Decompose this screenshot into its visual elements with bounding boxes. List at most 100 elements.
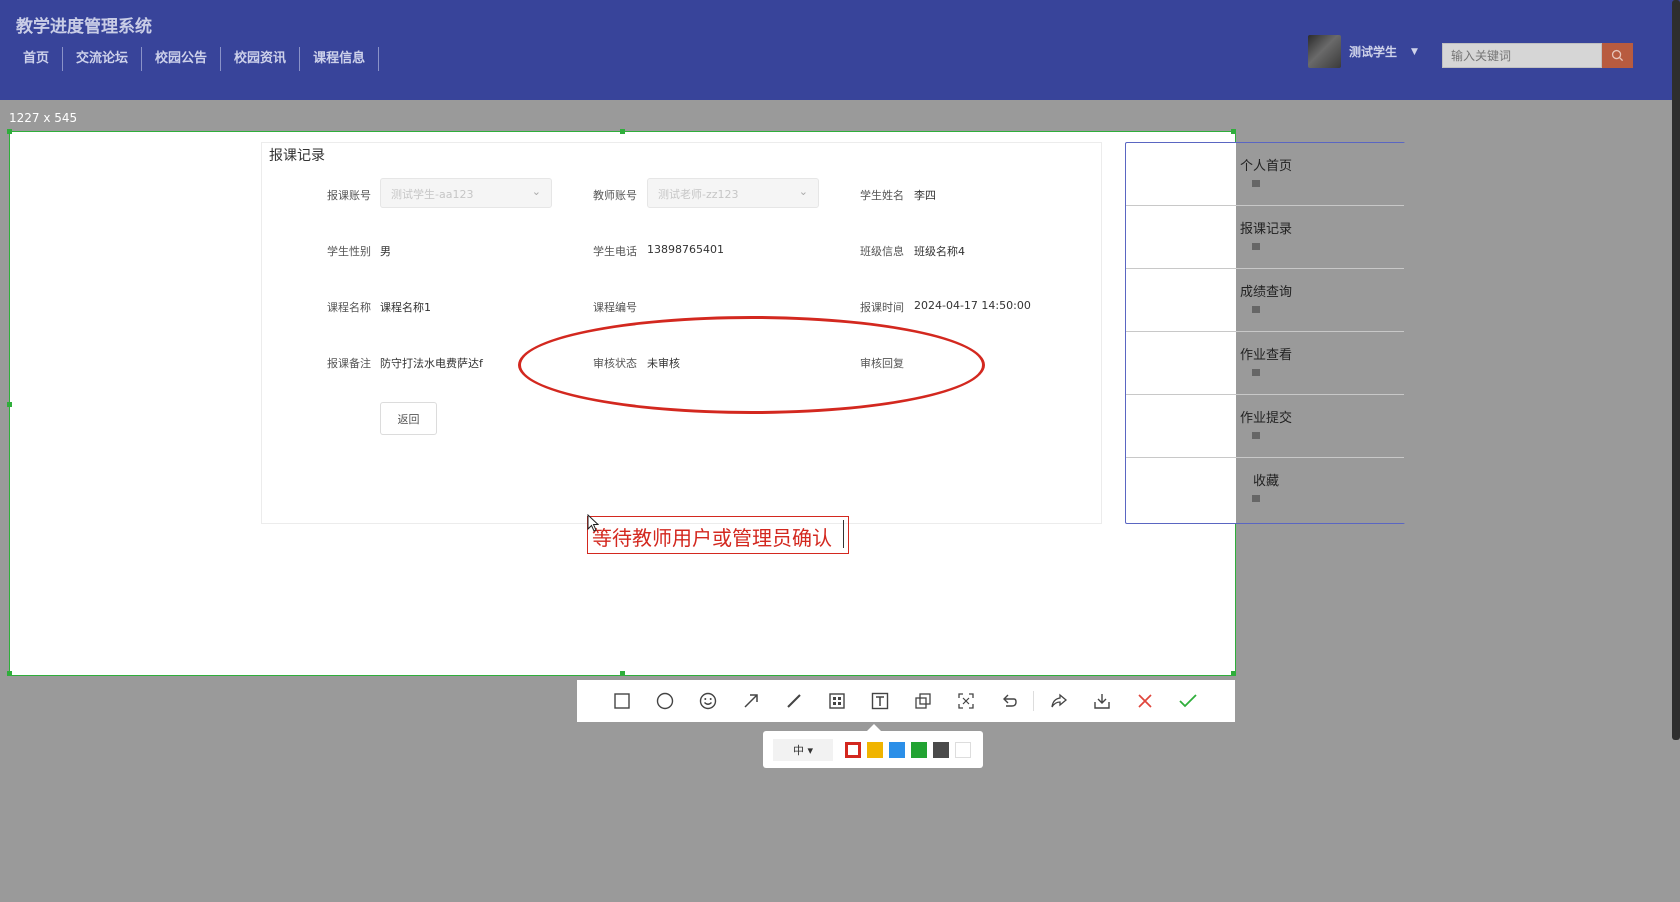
color-swatch-dark-gray[interactable]	[933, 741, 949, 758]
nav-announcements[interactable]: 校园公告	[142, 47, 222, 71]
search-button[interactable]	[1602, 43, 1633, 68]
back-button[interactable]: 返回	[380, 402, 437, 435]
text-style-toolbar: 中 ▾	[763, 731, 983, 768]
smiley-icon	[699, 692, 716, 710]
text-caret	[843, 520, 844, 548]
check-icon	[1178, 694, 1197, 708]
pen-icon	[786, 694, 801, 708]
mosaic-icon	[828, 693, 845, 709]
undo-tool[interactable]	[987, 680, 1030, 722]
download-tool[interactable]	[1080, 680, 1123, 722]
caret-down-icon[interactable]: ▼	[1411, 47, 1418, 57]
share-tool[interactable]	[1037, 680, 1080, 722]
avatar[interactable]	[1308, 35, 1341, 68]
confirm-button[interactable]	[1166, 680, 1209, 722]
close-icon	[1137, 694, 1152, 708]
main-nav: 首页 交流论坛 校园公告 校园资讯 课程信息	[10, 47, 380, 71]
selection-size-label: 1227 x 545	[9, 111, 78, 125]
course-name-value: 课程名称1	[380, 301, 431, 314]
menu-item-profile[interactable]: 个人首页	[1126, 143, 1404, 206]
record-icon	[1252, 243, 1260, 250]
nav-courses[interactable]: 课程信息	[300, 47, 380, 71]
share-icon	[1050, 693, 1067, 708]
color-swatch-red[interactable]	[845, 741, 861, 758]
circle-icon	[656, 692, 673, 710]
chevron-down-icon: ⌄	[531, 185, 541, 198]
ocr-tool[interactable]	[944, 680, 987, 722]
grade-icon	[1252, 306, 1260, 313]
side-menu: 个人首页 报课记录 成绩查询 作业查看 作业提交 收藏	[1125, 142, 1405, 524]
mouse-pointer-icon	[587, 514, 599, 532]
menu-item-grades[interactable]: 成绩查询	[1126, 269, 1404, 332]
menu-item-favorites[interactable]: 收藏	[1126, 458, 1404, 521]
menu-item-label: 个人首页	[1239, 159, 1292, 174]
page-scrollbar[interactable]	[1672, 0, 1680, 740]
resize-handle-ne[interactable]	[1231, 129, 1236, 134]
resize-handle-n[interactable]	[620, 129, 625, 134]
ellipse-tool[interactable]	[643, 680, 686, 722]
student-name-label: 学生姓名	[860, 189, 904, 202]
rectangle-icon	[613, 693, 630, 709]
teacher-select[interactable]: 测试老师-zz123 ⌄	[647, 178, 819, 208]
resize-handle-sw[interactable]	[7, 671, 12, 676]
user-name[interactable]: 测试学生	[1349, 43, 1397, 60]
color-swatch-white[interactable]	[955, 741, 971, 758]
rectangle-tool[interactable]	[600, 680, 643, 722]
phone-label: 学生电话	[593, 245, 637, 258]
undo-icon	[1002, 694, 1017, 707]
download-icon	[1093, 694, 1110, 709]
course-name-label: 课程名称	[327, 301, 371, 314]
annotation-toolbar	[577, 680, 1235, 722]
toolbar-divider	[1033, 691, 1034, 711]
teacher-select-value: 测试老师-zz123	[658, 188, 739, 201]
copy-tool[interactable]	[901, 680, 944, 722]
home-icon	[1252, 180, 1260, 187]
resize-handle-se[interactable]	[1231, 671, 1236, 676]
text-tool[interactable]	[858, 680, 901, 722]
student-name-value: 李四	[914, 189, 936, 202]
favorite-icon	[1252, 495, 1260, 502]
cancel-button[interactable]	[1123, 680, 1166, 722]
teacher-label: 教师账号	[593, 189, 637, 202]
arrow-tool[interactable]	[729, 680, 772, 722]
account-select[interactable]: 测试学生-aa123 ⌄	[380, 178, 552, 208]
menu-item-label: 作业提交	[1239, 411, 1292, 426]
color-swatch-green[interactable]	[911, 741, 927, 758]
resize-handle-s[interactable]	[620, 671, 625, 676]
resize-handle-nw[interactable]	[7, 129, 12, 134]
menu-item-label: 报课记录	[1239, 222, 1292, 237]
course-code-label: 课程编号	[593, 301, 637, 314]
account-label: 报课账号	[327, 189, 371, 202]
form-title: 报课记录	[269, 148, 325, 164]
nav-news[interactable]: 校园资讯	[221, 47, 301, 71]
nav-forum[interactable]: 交流论坛	[63, 47, 143, 71]
user-menu[interactable]: 测试学生 ▼	[1308, 35, 1418, 68]
color-swatch-blue[interactable]	[889, 741, 905, 758]
font-size-select[interactable]: 中 ▾	[773, 738, 833, 761]
time-value: 2024-04-17 14:50:00	[914, 299, 1031, 312]
pen-tool[interactable]	[772, 680, 815, 722]
ellipse-annotation[interactable]	[518, 316, 985, 414]
gender-label: 学生性别	[327, 245, 371, 258]
search-icon	[1611, 49, 1624, 62]
text-icon	[871, 692, 888, 710]
time-label: 报课时间	[860, 301, 904, 314]
emoji-tool[interactable]	[686, 680, 729, 722]
text-annotation[interactable]: 等待教师用户或管理员确认	[587, 516, 849, 554]
menu-item-course-records[interactable]: 报课记录	[1126, 206, 1404, 269]
gender-value: 男	[380, 245, 391, 258]
menu-item-homework-submit[interactable]: 作业提交	[1126, 395, 1404, 458]
copy-icon	[914, 693, 931, 709]
color-swatch-yellow[interactable]	[867, 741, 883, 758]
menu-item-homework-view[interactable]: 作业查看	[1126, 332, 1404, 395]
class-value: 班级名称4	[914, 245, 965, 258]
mosaic-tool[interactable]	[815, 680, 858, 722]
account-select-value: 测试学生-aa123	[391, 188, 474, 201]
search-input[interactable]	[1442, 43, 1602, 68]
submit-icon	[1252, 432, 1260, 439]
nav-home[interactable]: 首页	[10, 47, 64, 71]
resize-handle-w[interactable]	[7, 402, 12, 407]
remark-value: 防守打法水电费萨达f	[380, 357, 483, 370]
menu-item-label: 收藏	[1252, 474, 1279, 489]
class-label: 班级信息	[860, 245, 904, 258]
